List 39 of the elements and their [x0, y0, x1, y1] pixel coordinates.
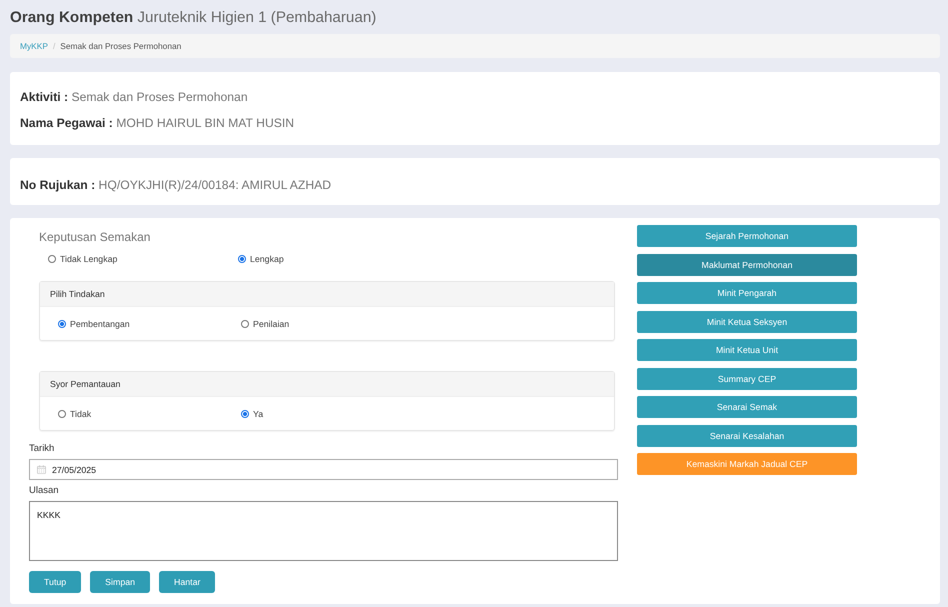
calendar-icon — [37, 465, 46, 474]
panel-header: Pilih Tindakan — [40, 282, 614, 307]
radio-button[interactable] — [241, 320, 249, 328]
action-button[interactable]: Tutup — [29, 571, 82, 593]
side-button[interactable]: Kemaskini Markah Jadual CEP — [637, 453, 857, 475]
panel-header: Syor Pemantauan — [40, 372, 614, 397]
date-field[interactable]: 27/05/2025 — [29, 459, 618, 480]
side-button[interactable]: Senarai Semak — [637, 396, 857, 418]
field-label: Ulasan — [29, 485, 60, 497]
radio-label[interactable]: Penilaian — [253, 318, 290, 330]
side-button[interactable]: Minit Ketua Seksyen — [637, 310, 857, 332]
action-button[interactable]: Simpan — [90, 571, 150, 593]
radio-button[interactable] — [48, 255, 56, 263]
radio-label[interactable]: Pembentangan — [70, 318, 130, 330]
action-button[interactable]: Hantar — [159, 571, 216, 593]
breadcrumb-link[interactable]: MyKKP — [20, 41, 48, 51]
side-button[interactable]: Summary CEP — [637, 368, 857, 390]
radio-button[interactable] — [238, 255, 246, 263]
side-button[interactable]: Maklumat Permohonan — [637, 254, 857, 276]
breadcrumb-separator: / — [52, 41, 56, 51]
radio-label[interactable]: Tidak — [70, 408, 92, 420]
field-label: Tarikh — [29, 443, 56, 455]
radio-button[interactable] — [241, 410, 249, 418]
radio-button[interactable] — [58, 320, 66, 328]
breadcrumb-current: Semak dan Proses Permohonan — [60, 41, 182, 51]
radio-button[interactable] — [58, 410, 66, 418]
side-button[interactable]: Minit Ketua Unit — [637, 339, 857, 361]
side-button[interactable]: Sejarah Permohonan — [637, 225, 857, 247]
radio-label[interactable]: Tidak Lengkap — [60, 253, 118, 265]
info-line: No Rujukan : HQ/OYKJHI(R)/24/00184: AMIRUL AZHAD — [20, 177, 332, 194]
side-button[interactable]: Minit Pengarah — [637, 282, 857, 304]
page-title: Orang Kompeten Juruteknik Higien 1 (Pembaharuan) — [10, 8, 378, 28]
remarks-field[interactable]: KKKK — [29, 501, 618, 561]
radio-label[interactable]: Lengkap — [250, 253, 284, 265]
section-label: Keputusan Semakan — [39, 229, 152, 245]
info-line: Aktiviti : Semak dan Proses Permohonan — [20, 89, 249, 106]
side-button[interactable]: Senarai Kesalahan — [637, 424, 857, 446]
radio-label[interactable]: Ya — [253, 408, 264, 420]
info-line: Nama Pegawai : MOHD HAIRUL BIN MAT HUSIN — [20, 115, 296, 132]
